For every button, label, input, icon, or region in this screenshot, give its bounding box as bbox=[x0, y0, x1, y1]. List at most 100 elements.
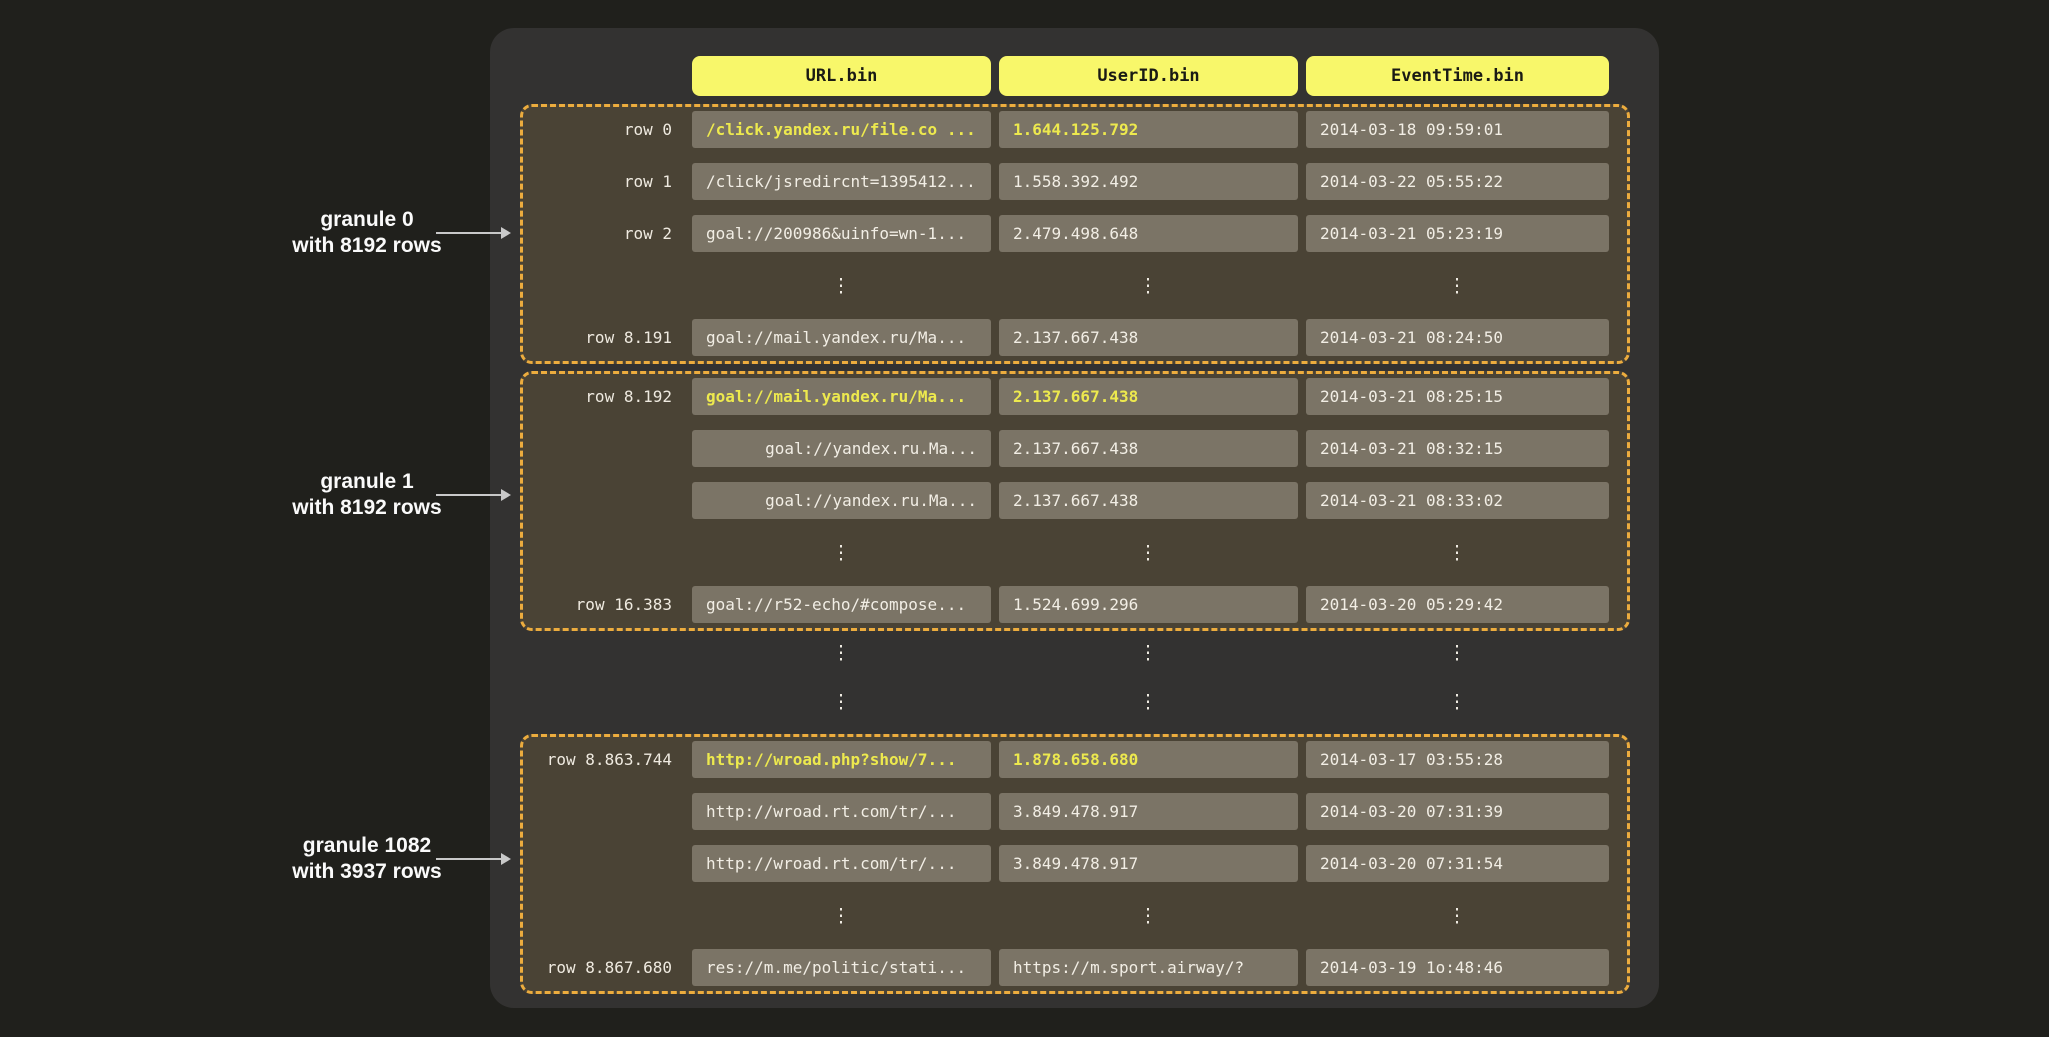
column-header-eventtime: EventTime.bin bbox=[1306, 56, 1609, 96]
userid-value: 2.137.667.438 bbox=[1013, 387, 1138, 406]
url-cell: goal://r52-echo/#compose... bbox=[692, 586, 991, 623]
granule-0-label-line2: with 8192 rows bbox=[272, 233, 462, 259]
ellipsis: ⋮ bbox=[999, 897, 1298, 934]
table-row: row 0 /click.yandex.ru/file.co ... 1.644… bbox=[530, 111, 1609, 148]
eventtime-value: 2014-03-20 07:31:39 bbox=[1320, 802, 1503, 821]
ellipsis: ⋮ bbox=[1306, 534, 1609, 571]
granule-1082-box: row 8.863.744 http://wroad.php?show/7...… bbox=[520, 734, 1630, 994]
url-value: http://wroad.php?show/7... bbox=[706, 750, 956, 769]
ellipsis-row: ⋮ ⋮ ⋮ bbox=[530, 534, 1609, 571]
granule-1-label-line1: granule 1 bbox=[272, 469, 462, 495]
ellipsis: ⋮ bbox=[1306, 267, 1609, 304]
table-row: http://wroad.rt.com/tr/... 3.849.478.917… bbox=[530, 793, 1609, 830]
eventtime-value: 2014-03-21 05:23:19 bbox=[1320, 224, 1503, 243]
userid-value: 1.524.699.296 bbox=[1013, 595, 1138, 614]
url-cell: http://wroad.rt.com/tr/... bbox=[692, 793, 991, 830]
eventtime-cell: 2014-03-20 07:31:54 bbox=[1306, 845, 1609, 882]
url-value: goal://200986&uinfo=wn-1... bbox=[706, 224, 966, 243]
ellipsis: ⋮ bbox=[692, 634, 991, 671]
eventtime-cell: 2014-03-17 03:55:28 bbox=[1306, 741, 1609, 778]
url-cell: /click/jsredircnt=1395412... bbox=[692, 163, 991, 200]
table-row: goal://yandex.ru.Ma... 2.137.667.438 201… bbox=[530, 430, 1609, 467]
url-value: goal://yandex.ru.Ma... bbox=[765, 439, 977, 458]
url-cell: goal://mail.yandex.ru/Ma... bbox=[692, 319, 991, 356]
table-row: row 8.863.744 http://wroad.php?show/7...… bbox=[530, 741, 1609, 778]
userid-value: 1.878.658.680 bbox=[1013, 750, 1138, 769]
eventtime-value: 2014-03-17 03:55:28 bbox=[1320, 750, 1503, 769]
userid-cell: 2.479.498.648 bbox=[999, 215, 1298, 252]
url-value: http://wroad.rt.com/tr/... bbox=[706, 854, 956, 873]
ellipsis: ⋮ bbox=[999, 634, 1298, 671]
userid-cell: 2.137.667.438 bbox=[999, 378, 1298, 415]
ellipsis-row: ⋮ ⋮ ⋮ bbox=[530, 683, 1609, 720]
table-row: row 8.191 goal://mail.yandex.ru/Ma... 2.… bbox=[530, 319, 1609, 356]
userid-cell: 2.137.667.438 bbox=[999, 319, 1298, 356]
granule-1082-label-line2: with 3937 rows bbox=[272, 859, 462, 885]
url-value: goal://mail.yandex.ru/Ma... bbox=[706, 387, 966, 406]
userid-value: 3.849.478.917 bbox=[1013, 854, 1138, 873]
table-row: goal://yandex.ru.Ma... 2.137.667.438 201… bbox=[530, 482, 1609, 519]
url-cell: goal://200986&uinfo=wn-1... bbox=[692, 215, 991, 252]
ellipsis: ⋮ bbox=[692, 897, 991, 934]
url-cell: goal://mail.yandex.ru/Ma... bbox=[692, 378, 991, 415]
userid-value: https://m.sport.airway/? bbox=[1013, 958, 1244, 977]
url-cell: http://wroad.rt.com/tr/... bbox=[692, 845, 991, 882]
granule-1082-arrow-icon bbox=[436, 858, 502, 860]
url-cell: goal://yandex.ru.Ma... bbox=[692, 430, 991, 467]
diagram-canvas: URL.bin UserID.bin EventTime.bin row 0 /… bbox=[0, 0, 2049, 1037]
row-label: row 8.192 bbox=[530, 378, 672, 415]
url-value: goal://yandex.ru.Ma... bbox=[765, 491, 977, 510]
userid-cell: 2.137.667.438 bbox=[999, 482, 1298, 519]
ellipsis: ⋮ bbox=[692, 683, 991, 720]
granule-1-box: row 8.192 goal://mail.yandex.ru/Ma... 2.… bbox=[520, 371, 1630, 631]
gap-ellipsis: ⋮ ⋮ ⋮ ⋮ ⋮ ⋮ bbox=[530, 634, 1609, 732]
granule-0-box: row 0 /click.yandex.ru/file.co ... 1.644… bbox=[520, 104, 1630, 364]
userid-cell: 3.849.478.917 bbox=[999, 793, 1298, 830]
row-label: row 8.863.744 bbox=[530, 741, 672, 778]
url-value: res://m.me/politic/stati... bbox=[706, 958, 966, 977]
userid-value: 3.849.478.917 bbox=[1013, 802, 1138, 821]
ellipsis: ⋮ bbox=[999, 267, 1298, 304]
userid-value: 1.558.392.492 bbox=[1013, 172, 1138, 191]
eventtime-cell: 2014-03-21 08:24:50 bbox=[1306, 319, 1609, 356]
eventtime-cell: 2014-03-21 08:32:15 bbox=[1306, 430, 1609, 467]
userid-value: 1.644.125.792 bbox=[1013, 120, 1138, 139]
userid-value: 2.137.667.438 bbox=[1013, 439, 1138, 458]
userid-cell: 1.558.392.492 bbox=[999, 163, 1298, 200]
column-header-url: URL.bin bbox=[692, 56, 991, 96]
ellipsis: ⋮ bbox=[692, 534, 991, 571]
table-row: http://wroad.rt.com/tr/... 3.849.478.917… bbox=[530, 845, 1609, 882]
url-value: http://wroad.rt.com/tr/... bbox=[706, 802, 956, 821]
url-value: /click/jsredircnt=1395412... bbox=[706, 172, 976, 191]
userid-value: 2.137.667.438 bbox=[1013, 491, 1138, 510]
url-value: goal://r52-echo/#compose... bbox=[706, 595, 966, 614]
eventtime-value: 2014-03-21 08:25:15 bbox=[1320, 387, 1503, 406]
granule-0-arrow-icon bbox=[436, 232, 502, 234]
eventtime-value: 2014-03-22 05:55:22 bbox=[1320, 172, 1503, 191]
eventtime-cell: 2014-03-19 1o:48:46 bbox=[1306, 949, 1609, 986]
userid-cell: https://m.sport.airway/? bbox=[999, 949, 1298, 986]
table-row: row 8.192 goal://mail.yandex.ru/Ma... 2.… bbox=[530, 378, 1609, 415]
eventtime-value: 2014-03-18 09:59:01 bbox=[1320, 120, 1503, 139]
ellipsis-row: ⋮ ⋮ ⋮ bbox=[530, 897, 1609, 934]
table-row: row 8.867.680 res://m.me/politic/stati..… bbox=[530, 949, 1609, 986]
granule-1-arrow-icon bbox=[436, 494, 502, 496]
eventtime-cell: 2014-03-21 05:23:19 bbox=[1306, 215, 1609, 252]
granule-1082-label-line1: granule 1082 bbox=[272, 833, 462, 859]
ellipsis-row: ⋮ ⋮ ⋮ bbox=[530, 634, 1609, 671]
ellipsis: ⋮ bbox=[1306, 634, 1609, 671]
eventtime-cell: 2014-03-20 07:31:39 bbox=[1306, 793, 1609, 830]
row-label: row 8.191 bbox=[530, 319, 672, 356]
url-value: /click.yandex.ru/file.co ... bbox=[706, 120, 976, 139]
userid-value: 2.137.667.438 bbox=[1013, 328, 1138, 347]
eventtime-value: 2014-03-21 08:33:02 bbox=[1320, 491, 1503, 510]
ellipsis: ⋮ bbox=[999, 534, 1298, 571]
granule-0-label: granule 0 with 8192 rows bbox=[272, 207, 462, 259]
row-label: row 8.867.680 bbox=[530, 949, 672, 986]
eventtime-value: 2014-03-21 08:32:15 bbox=[1320, 439, 1503, 458]
ellipsis: ⋮ bbox=[1306, 897, 1609, 934]
column-header-userid: UserID.bin bbox=[999, 56, 1298, 96]
eventtime-cell: 2014-03-21 08:33:02 bbox=[1306, 482, 1609, 519]
eventtime-cell: 2014-03-22 05:55:22 bbox=[1306, 163, 1609, 200]
userid-cell: 1.644.125.792 bbox=[999, 111, 1298, 148]
